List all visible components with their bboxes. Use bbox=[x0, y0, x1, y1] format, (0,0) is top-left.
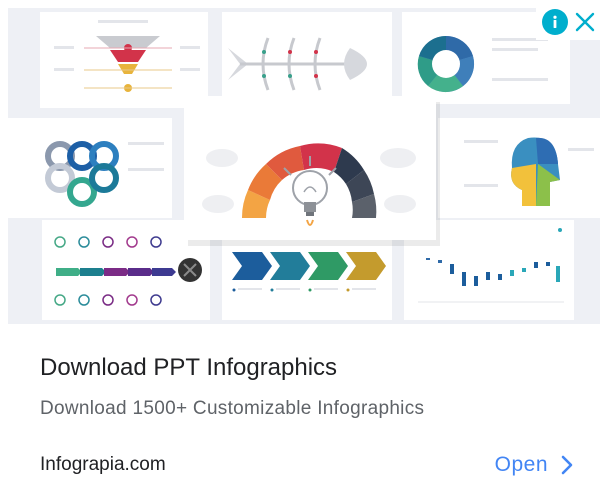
fishbone-slide-thumbnail bbox=[222, 12, 392, 104]
ad-card[interactable]: Download PPT Infographics Download 1500+… bbox=[0, 0, 600, 502]
funnel-slide-thumbnail bbox=[40, 12, 208, 108]
open-button[interactable]: Open bbox=[495, 450, 574, 480]
close-icon[interactable] bbox=[572, 9, 598, 35]
ad-description[interactable]: Download 1500+ Customizable Infographics bbox=[40, 398, 424, 420]
featured-bulb-slide bbox=[184, 96, 440, 246]
head-puzzle-slide-thumbnail bbox=[438, 118, 600, 218]
ad-choices bbox=[536, 4, 600, 40]
info-icon[interactable] bbox=[542, 9, 568, 35]
ad-image[interactable] bbox=[8, 8, 600, 324]
ad-title[interactable]: Download PPT Infographics bbox=[40, 354, 337, 382]
open-button-label: Open bbox=[494, 453, 548, 476]
rings-slide-thumbnail bbox=[8, 118, 172, 218]
chevron-right-icon bbox=[560, 454, 574, 476]
ad-domain[interactable]: Infograpia.com bbox=[40, 454, 166, 476]
